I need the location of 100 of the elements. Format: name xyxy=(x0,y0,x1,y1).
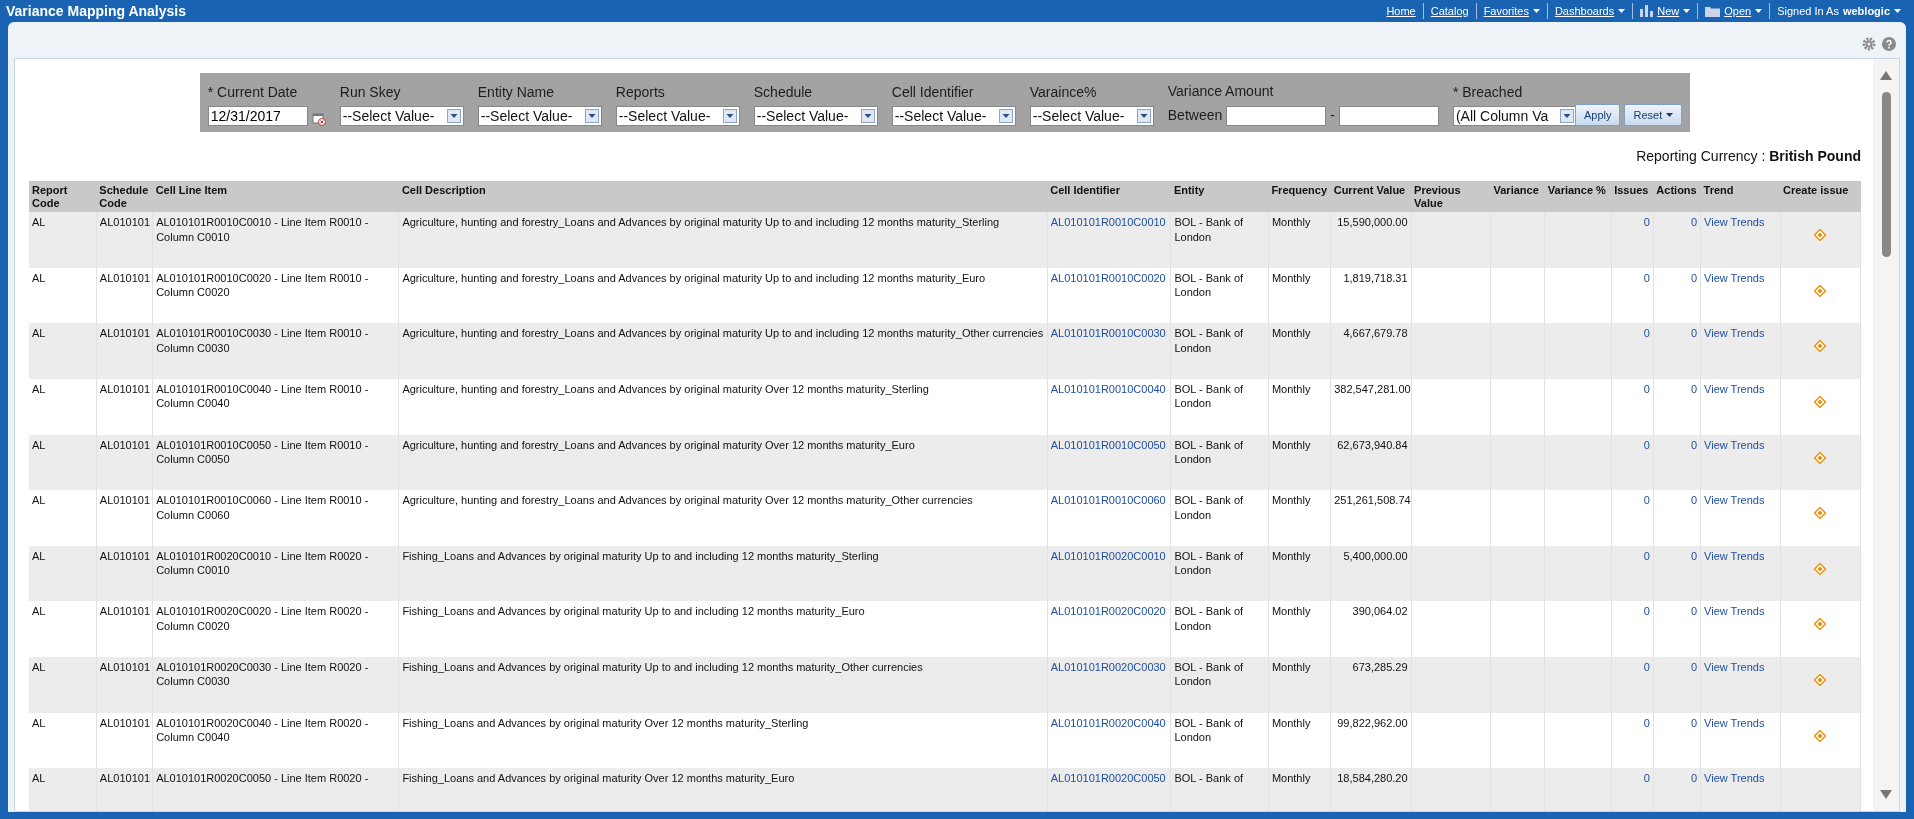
filter-label: Entity Name xyxy=(477,83,556,102)
actions-link[interactable]: 0 xyxy=(1690,661,1698,674)
table-cell: AL010101R0020C0040 - Line Item R0020 - Column C0040 xyxy=(156,716,369,743)
issues-link[interactable]: 0 xyxy=(1643,716,1650,729)
view-trends-link[interactable]: View Trends xyxy=(1704,438,1765,451)
nav-link[interactable]: Catalog xyxy=(1423,2,1477,20)
table-cell: AL010101R0020C0030 - Line Item R0020 - Column C0030 xyxy=(156,661,369,688)
column-header: Current Value xyxy=(1330,181,1412,213)
issues-link[interactable]: 0 xyxy=(1643,438,1650,451)
actions-link[interactable]: 0 xyxy=(1690,716,1698,729)
actions-link[interactable]: 0 xyxy=(1690,216,1698,229)
column-header: Cell Description xyxy=(398,181,1048,213)
nav-link[interactable]: Favorites xyxy=(1476,2,1548,20)
table-cell: AL010101R0010C0010 - Line Item R0010 - Column C0010 xyxy=(156,216,369,243)
table-cell: Agriculture, hunting and forestry_Loans and Advances by original maturity Up to and including 12 months maturity_Sterling xyxy=(402,216,1000,229)
actions-link[interactable]: 0 xyxy=(1690,438,1698,451)
table-cell: AL010101R0010C0060 - Line Item R0010 - Column C0060 xyxy=(156,494,369,521)
table-cell: BOL - Bank of London xyxy=(1174,716,1244,743)
table-cell: 99,822,962.00 xyxy=(1337,716,1408,729)
actions-link[interactable]: 0 xyxy=(1690,772,1698,785)
table-cell: AL010101R0010C0030 - Line Item R0010 - Column C0030 xyxy=(156,327,369,354)
column-header: Report Code xyxy=(29,181,97,213)
nav-link[interactable]: Open xyxy=(1698,2,1771,20)
issues-link[interactable]: 0 xyxy=(1643,216,1650,229)
select-field[interactable]: --Select Value- xyxy=(753,106,878,126)
column-header: Actions xyxy=(1653,181,1701,213)
select-field[interactable]: (All Column Va xyxy=(1452,106,1577,126)
view-trends-link[interactable]: View Trends xyxy=(1704,383,1765,396)
cell-identifier-link[interactable]: AL010101R0010C0040 xyxy=(1050,383,1166,396)
select-field[interactable]: --Select Value- xyxy=(891,106,1016,126)
cell-identifier-link[interactable]: AL010101R0020C0040 xyxy=(1050,716,1166,729)
table-cell: 1,819,718.31 xyxy=(1343,271,1408,284)
table-cell: 673,285.29 xyxy=(1352,661,1408,674)
select-field[interactable]: --Select Value- xyxy=(477,106,602,126)
issues-link[interactable]: 0 xyxy=(1643,549,1650,562)
filter-label: * Breached xyxy=(1452,83,1524,102)
issues-link[interactable]: 0 xyxy=(1643,327,1650,340)
signed-in-menu[interactable]: Signed In As weblogic xyxy=(1770,2,1908,20)
table-cell: BOL - Bank of London xyxy=(1174,605,1244,632)
actions-link[interactable]: 0 xyxy=(1690,494,1698,507)
view-trends-link[interactable]: View Trends xyxy=(1704,549,1765,562)
table-cell: Monthly xyxy=(1271,716,1311,729)
filter-label: * Current Date xyxy=(207,83,299,102)
filter-label: Varaince% xyxy=(1029,83,1098,102)
cell-identifier-link[interactable]: AL010101R0020C0020 xyxy=(1050,605,1166,618)
issues-link[interactable]: 0 xyxy=(1643,772,1650,785)
table-cell: AL010101R0010C0050 - Line Item R0010 - Column C0050 xyxy=(156,438,369,465)
table-cell: Monthly xyxy=(1271,327,1311,340)
issues-link[interactable]: 0 xyxy=(1643,494,1650,507)
cell-identifier-link[interactable]: AL010101R0010C0020 xyxy=(1050,271,1166,284)
view-trends-link[interactable]: View Trends xyxy=(1704,494,1765,507)
table-cell: 382,547,281.00 xyxy=(1334,383,1411,396)
nav-link[interactable]: New xyxy=(1633,2,1699,20)
actions-link[interactable]: 0 xyxy=(1690,605,1698,618)
table-cell: BOL - Bank of London xyxy=(1174,327,1244,354)
select-field[interactable]: --Select Value- xyxy=(615,106,740,126)
cell-identifier-link[interactable]: AL010101R0010C0060 xyxy=(1050,494,1166,507)
select-field[interactable]: --Select Value- xyxy=(339,106,464,126)
table-cell: BOL - Bank of London xyxy=(1174,549,1244,577)
table-cell: 4,667,679.78 xyxy=(1343,327,1408,340)
filter-label: Schedule xyxy=(753,83,814,102)
filter-label: Run Skey xyxy=(339,83,402,102)
reset-menu-button[interactable]: Reset xyxy=(1624,103,1683,126)
nav-link[interactable]: Home xyxy=(1379,2,1424,20)
table-cell: AL xyxy=(32,271,46,284)
table-cell: Fishing_Loans and Advances by original maturity Up to and including 12 months maturity_Sterling xyxy=(402,549,879,562)
actions-link[interactable]: 0 xyxy=(1690,383,1698,396)
table-cell: AL010101 xyxy=(99,327,150,340)
table-cell: BOL - Bank of London xyxy=(1174,216,1244,243)
table-cell: AL xyxy=(32,438,46,451)
filter-label: Reports xyxy=(615,83,666,102)
view-trends-link[interactable]: View Trends xyxy=(1704,605,1765,618)
view-trends-link[interactable]: View Trends xyxy=(1704,661,1765,674)
nav-link[interactable]: Dashboards xyxy=(1547,2,1634,20)
actions-link[interactable]: 0 xyxy=(1690,327,1698,340)
actions-link[interactable]: 0 xyxy=(1690,271,1698,284)
issues-link[interactable]: 0 xyxy=(1643,661,1650,674)
table-cell: Monthly xyxy=(1271,605,1311,618)
table-cell: BOL - Bank of London xyxy=(1174,383,1244,410)
table-cell: AL010101 xyxy=(99,605,150,618)
table-cell: AL010101 xyxy=(99,661,150,674)
actions-link[interactable]: 0 xyxy=(1690,549,1698,562)
view-trends-link[interactable]: View Trends xyxy=(1704,216,1765,229)
issues-link[interactable]: 0 xyxy=(1643,605,1650,618)
column-header: Cell Line Item xyxy=(152,181,399,213)
table-cell: 5,400,000.00 xyxy=(1343,549,1408,562)
table-cell: 390,064.02 xyxy=(1352,605,1408,618)
date-field[interactable]: 12/31/2017 xyxy=(207,106,308,126)
apply-button[interactable]: Apply xyxy=(1574,103,1621,126)
column-header: Schedule Code xyxy=(96,181,153,213)
table-cell: AL xyxy=(32,383,46,396)
issues-link[interactable]: 0 xyxy=(1643,271,1650,284)
view-trends-link[interactable]: View Trends xyxy=(1704,327,1765,340)
table-cell: AL xyxy=(32,216,46,229)
table-cell: AL010101 xyxy=(99,716,150,729)
select-field[interactable]: --Select Value- xyxy=(1029,106,1154,126)
table-cell: AL xyxy=(32,549,46,562)
view-trends-link[interactable]: View Trends xyxy=(1704,716,1765,729)
view-trends-link[interactable]: View Trends xyxy=(1704,271,1765,284)
issues-link[interactable]: 0 xyxy=(1643,383,1650,396)
